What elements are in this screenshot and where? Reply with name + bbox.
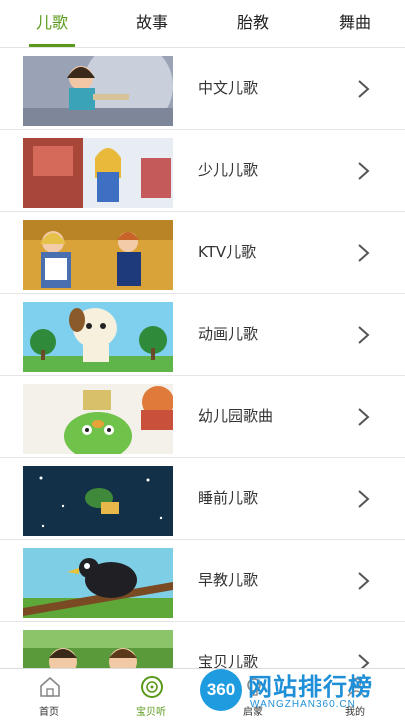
- thumbnail-image-art: [23, 384, 173, 454]
- list-item-label: 早教儿歌: [198, 571, 259, 589]
- watermark-logo: 360 网站排行榜 WANGZHAN360.CN: [196, 663, 405, 720]
- category-tab-bar: 儿歌 故事 胎教 舞曲: [0, 0, 405, 48]
- chevron-right-icon: [358, 80, 370, 98]
- thumbnail-image-art: [23, 548, 173, 618]
- chevron-right-icon: [358, 326, 370, 344]
- chevron-right-icon: [358, 490, 370, 508]
- watermark-360-badge: 360: [200, 669, 242, 711]
- thumbnail-image: [23, 138, 173, 208]
- chevron-right-icon: [358, 244, 370, 262]
- list-item[interactable]: 睡前儿歌: [0, 458, 405, 540]
- thumbnail-image-art: [23, 220, 173, 290]
- list-item[interactable]: 动画儿歌: [0, 294, 405, 376]
- thumbnail-image-art: [23, 302, 173, 372]
- tab-nursery-rhymes[interactable]: 儿歌: [17, 0, 87, 47]
- thumbnail-image-art: [23, 138, 173, 208]
- list-item[interactable]: 幼儿园歌曲: [0, 376, 405, 458]
- list-item-label: 中文儿歌: [198, 79, 259, 97]
- list-item[interactable]: KTV儿歌: [0, 212, 405, 294]
- thumbnail-image: [23, 56, 173, 126]
- list-item-label: 睡前儿歌: [198, 489, 259, 507]
- list-item-label: 动画儿歌: [198, 325, 259, 343]
- watermark-title: 网站排行榜: [248, 673, 373, 701]
- chevron-right-icon: [358, 408, 370, 426]
- list-item-label: 幼儿园歌曲: [198, 407, 274, 425]
- thumbnail-image-art: [23, 630, 173, 668]
- list-item[interactable]: 中文儿歌: [0, 48, 405, 130]
- thumbnail-image: [23, 548, 173, 618]
- tab-stories[interactable]: 故事: [117, 0, 187, 47]
- bottom-nav-baby-listen[interactable]: 宝贝听: [116, 669, 186, 721]
- list-item-label: 少儿儿歌: [198, 161, 259, 179]
- thumbnail-image: [23, 384, 173, 454]
- list-item-label: KTV儿歌: [198, 243, 257, 261]
- thumbnail-image: [23, 220, 173, 290]
- thumbnail-image: [23, 302, 173, 372]
- bottom-nav-label: 首页: [39, 707, 59, 718]
- list-item[interactable]: 宝贝儿歌: [0, 622, 405, 668]
- tab-dance-music[interactable]: 舞曲: [320, 0, 390, 47]
- bottom-nav-label: 宝贝听: [136, 707, 166, 718]
- chevron-right-icon: [358, 572, 370, 590]
- thumbnail-image: [23, 466, 173, 536]
- thumbnail-image-art: [23, 466, 173, 536]
- tab-prenatal[interactable]: 胎教: [218, 0, 288, 47]
- song-category-list: 中文儿歌 少儿儿歌 KTV儿歌 动画儿歌 幼儿园歌曲 睡前儿歌 早教儿歌 宝贝儿…: [0, 48, 405, 668]
- list-item-label: 宝贝儿歌: [198, 653, 259, 668]
- list-item[interactable]: 少儿儿歌: [0, 130, 405, 212]
- bottom-nav-home[interactable]: 首页: [14, 669, 84, 721]
- disc-icon: [141, 676, 163, 698]
- chevron-right-icon: [358, 162, 370, 180]
- home-icon: [40, 676, 60, 697]
- watermark-url: WANGZHAN360.CN: [250, 699, 356, 710]
- list-item[interactable]: 早教儿歌: [0, 540, 405, 622]
- active-tab-indicator: [29, 44, 75, 47]
- thumbnail-image-art: [23, 56, 173, 126]
- thumbnail-image: [23, 630, 173, 668]
